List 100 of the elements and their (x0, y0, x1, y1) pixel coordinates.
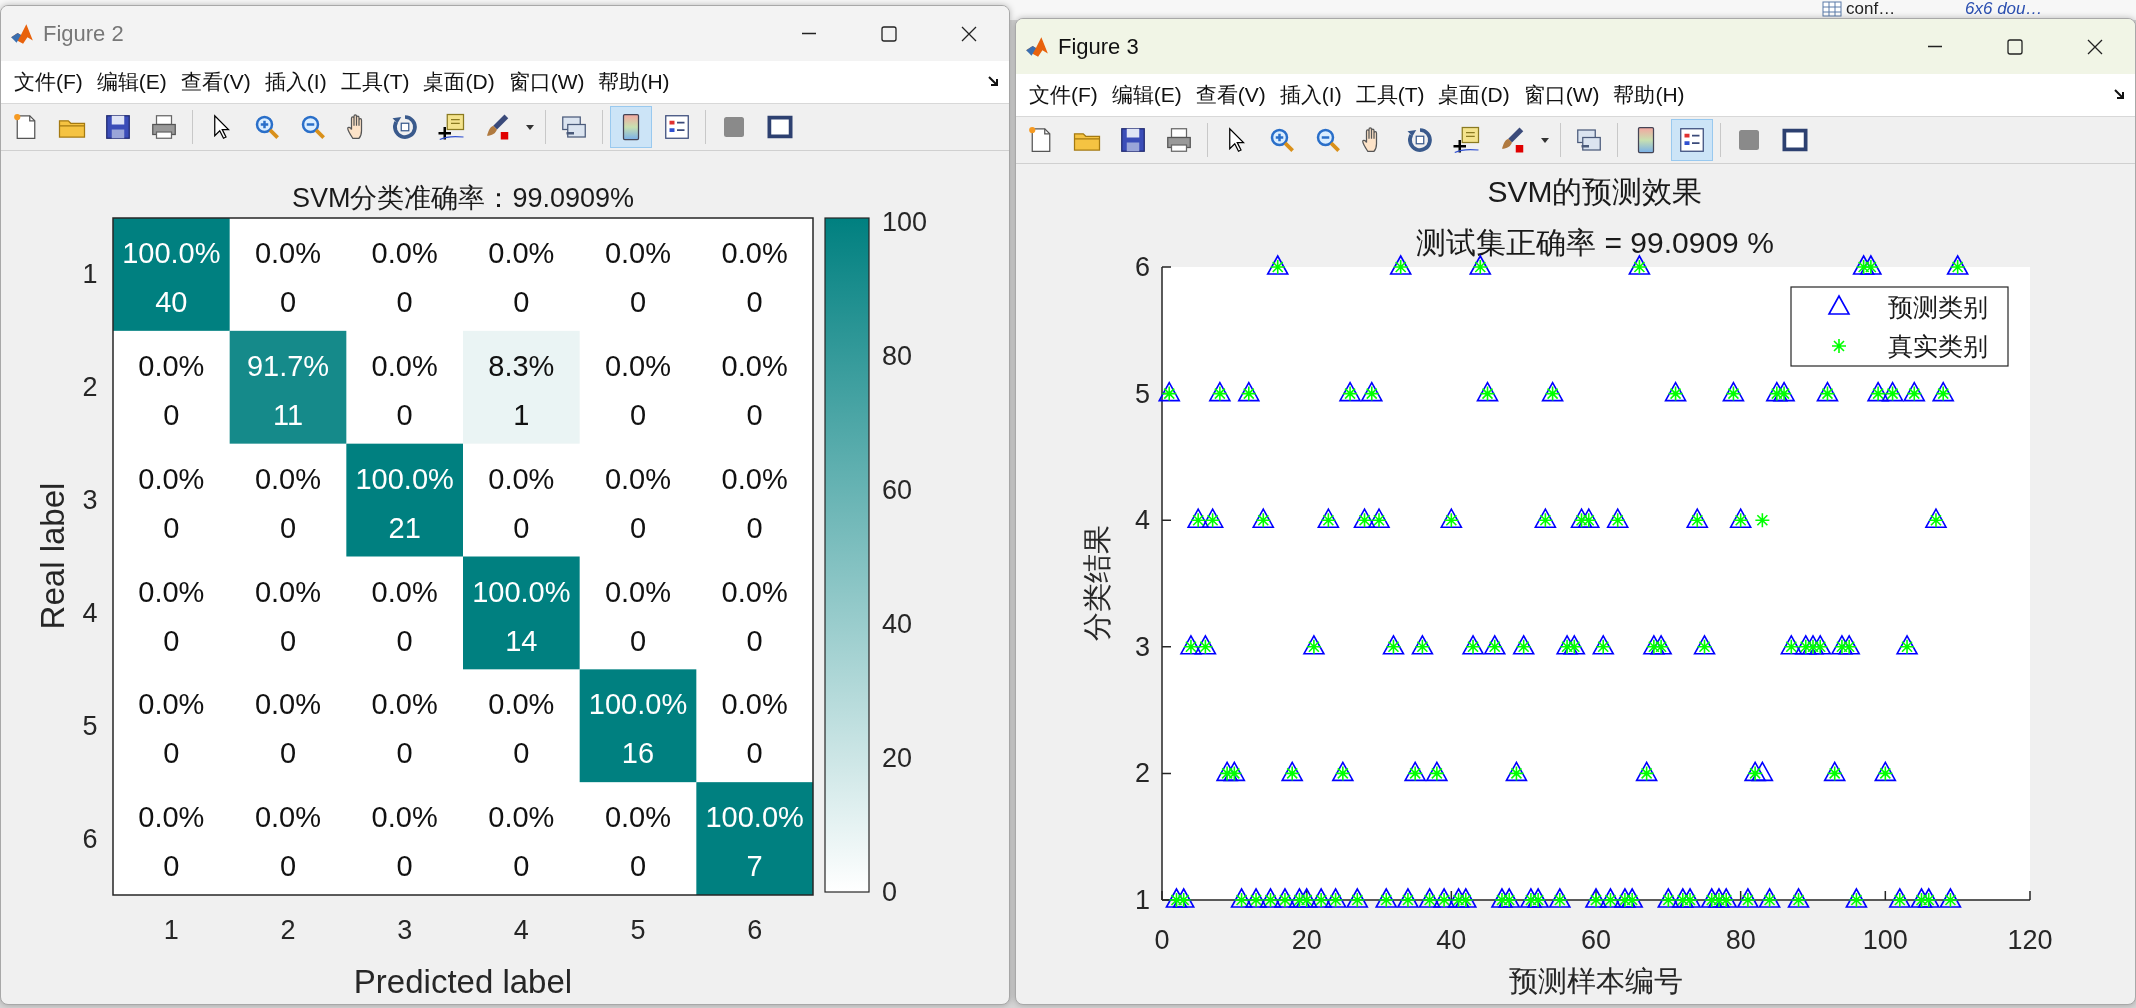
cell-percent: 0.0% (721, 349, 788, 382)
menu-item[interactable]: 桌面(D) (416, 64, 502, 100)
cell-count: 0 (629, 624, 647, 657)
cell-count: 11 (272, 398, 304, 431)
cell-percent: 0.0% (604, 462, 672, 495)
tick-label: 3 (397, 915, 413, 945)
cell-percent: 0.0% (721, 237, 788, 269)
tick-label: 1 (1134, 885, 1150, 915)
legend-label: 真实类别 (1888, 332, 1988, 360)
cell-percent: 0.0% (488, 237, 555, 269)
cell-percent: 0.0% (604, 237, 672, 269)
tick-label: 80 (1725, 925, 1756, 955)
menu-item[interactable]: 文件(F) (1022, 77, 1105, 113)
cell-percent: 0.0% (488, 688, 555, 721)
cell-count: 0 (279, 624, 297, 657)
menu-item[interactable]: 帮助(H) (1606, 77, 1692, 113)
menu-item[interactable]: 插入(I) (1272, 77, 1349, 113)
cell-percent: 0.0% (371, 237, 438, 269)
cell-count: 7 (746, 850, 763, 883)
tick-label: 2 (280, 915, 296, 945)
cell-count: 0 (746, 624, 763, 657)
variable-name: conf… (1846, 0, 1896, 17)
cell-count: 0 (163, 737, 180, 770)
tick-label: 4 (1134, 505, 1150, 536)
cell-percent: 0.0% (721, 575, 788, 608)
tick-label: 0 (1154, 925, 1170, 955)
cell-percent: 100.0% (122, 237, 221, 269)
tick-label: 4 (513, 915, 529, 945)
tick-label: 1 (82, 259, 98, 290)
cell-count: 1 (513, 398, 530, 431)
cell-count: 0 (746, 511, 763, 544)
menu-item[interactable]: 帮助(H) (591, 64, 677, 100)
menu-item[interactable]: 窗口(W) (501, 64, 592, 100)
menu-item[interactable]: 工具(T) (1348, 77, 1432, 113)
legend-label: 预测类别 (1888, 293, 1988, 321)
cell-count: 21 (388, 511, 421, 544)
cell-percent: 0.0% (371, 688, 438, 721)
cell-count: 0 (279, 286, 297, 318)
cell-count: 0 (396, 737, 413, 770)
cell-count: 0 (746, 398, 763, 431)
cell-percent: 0.0% (254, 462, 322, 495)
tick-label: 40 (1436, 925, 1467, 955)
menu-item[interactable]: 窗口(W) (1516, 77, 1607, 113)
tick-label: 6 (1134, 252, 1150, 282)
cell-percent: 100.0% (588, 688, 688, 721)
menu-item[interactable]: 文件(F) (7, 64, 90, 100)
cell-percent: 0.0% (254, 801, 322, 834)
menu-item[interactable]: 插入(I) (257, 64, 334, 100)
cell-percent: 0.0% (371, 575, 438, 608)
cell-percent: 100.0% (705, 801, 804, 834)
cell-count: 0 (396, 286, 413, 318)
variable-value: 6x6 dou… (1965, 0, 2043, 17)
tick-label: 6 (82, 823, 98, 854)
tick-label: 3 (82, 485, 98, 516)
cell-count: 0 (629, 511, 647, 544)
tick-label: 4 (82, 597, 98, 628)
cell-percent: 0.0% (488, 462, 555, 495)
cell-percent: 0.0% (371, 801, 438, 834)
tick-label: 5 (630, 915, 646, 945)
cell-count: 0 (513, 737, 530, 770)
chart-title: SVM分类准确率：99.0909% (291, 183, 635, 213)
colorbar-label: 40 (882, 609, 913, 639)
cell-percent: 0.0% (254, 688, 322, 721)
cell-count: 0 (163, 398, 180, 431)
cell-count: 0 (746, 737, 763, 770)
cell-percent: 100.0% (355, 462, 454, 495)
cell-count: 0 (396, 624, 413, 657)
menu-item[interactable]: 工具(T) (333, 64, 417, 100)
cell-count: 0 (396, 398, 413, 431)
cell-percent: 0.0% (604, 575, 672, 608)
colorbar-label: 60 (882, 475, 913, 505)
menu-item[interactable]: 查看(V) (1188, 77, 1273, 113)
tick-label: 20 (1291, 925, 1322, 955)
axis-label: Predicted label (353, 962, 573, 1000)
cell-percent: 0.0% (488, 801, 555, 834)
cell-percent: 0.0% (138, 801, 205, 834)
menu-item[interactable]: 查看(V) (173, 64, 258, 100)
window-title: Figure 2 (43, 20, 125, 47)
cell-percent: 0.0% (138, 349, 205, 382)
menu-item[interactable]: 编辑(E) (1104, 77, 1189, 113)
cell-count: 0 (163, 511, 180, 544)
colorbar-label: 20 (882, 743, 913, 773)
menu-item[interactable]: 桌面(D) (1431, 77, 1517, 113)
cell-percent: 0.0% (604, 801, 672, 834)
cell-percent: 100.0% (472, 575, 571, 608)
cell-count: 0 (513, 286, 530, 318)
colorbar-label: 0 (882, 877, 898, 907)
cell-percent: 0.0% (254, 237, 322, 269)
cell-count: 14 (505, 624, 538, 657)
cell-count: 0 (629, 398, 647, 431)
window-title: Figure 3 (1058, 33, 1140, 60)
axis-label: 预测样本编号 (1509, 965, 1683, 997)
cell-count: 0 (746, 286, 763, 318)
chart-title: SVM的预测效果 (1487, 174, 1703, 208)
chart-subtitle: 测试集正确率 = 99.0909 % (1416, 225, 1774, 259)
menu-item[interactable]: 编辑(E) (89, 64, 174, 100)
colorbar-label: 80 (882, 341, 913, 371)
cell-count: 0 (279, 511, 297, 544)
cell-percent: 0.0% (721, 688, 788, 721)
cell-percent: 0.0% (138, 575, 205, 608)
